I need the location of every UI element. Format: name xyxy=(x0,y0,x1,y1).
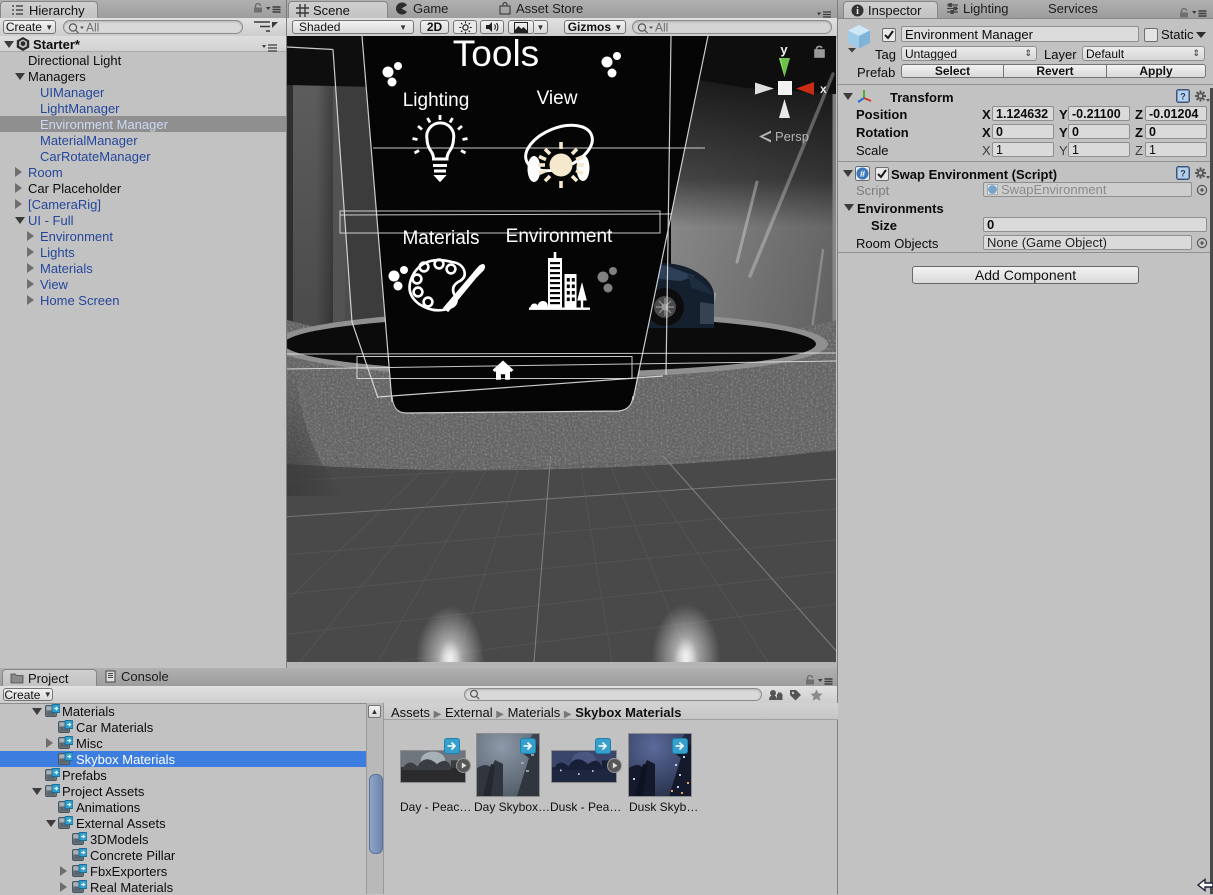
svg-text:All: All xyxy=(86,22,99,34)
svg-text:View: View xyxy=(537,88,578,109)
svg-text:Lighting: Lighting xyxy=(403,90,470,111)
svg-text:?: ? xyxy=(1180,169,1186,179)
svg-text:#: # xyxy=(860,169,866,180)
svg-text:All: All xyxy=(655,22,668,34)
svg-text:y: y xyxy=(780,42,788,57)
svg-text:i: i xyxy=(856,6,859,17)
svg-text:Persp: Persp xyxy=(775,129,809,144)
svg-text:Materials: Materials xyxy=(402,228,479,249)
svg-text:?: ? xyxy=(1180,92,1186,102)
svg-text:x: x xyxy=(820,82,827,96)
svg-text:Tools: Tools xyxy=(453,36,539,74)
svg-text:Environment: Environment xyxy=(506,226,613,247)
